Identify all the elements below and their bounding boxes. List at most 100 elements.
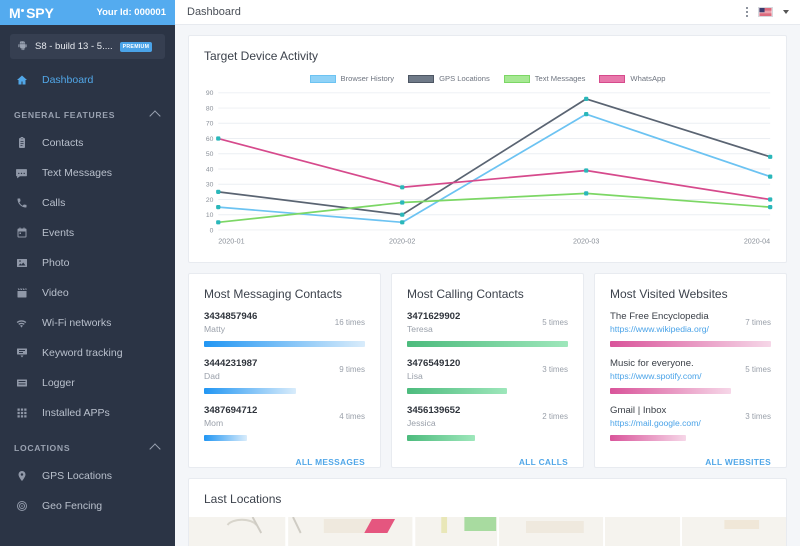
data-point[interactable] [584, 191, 589, 196]
sidebar-item-keyword-tracking[interactable]: Keyword tracking [0, 338, 175, 368]
chevron-down-icon[interactable] [783, 10, 789, 14]
list-item-primary: 3444231987 [204, 358, 258, 369]
legend-item[interactable]: GPS Locations [408, 74, 490, 83]
card-title: Most Calling Contacts [407, 287, 524, 301]
list-item-count: 2 times [542, 412, 568, 421]
data-point[interactable] [216, 205, 221, 210]
data-point[interactable] [584, 168, 589, 173]
list-item-primary: 3434857946 [204, 311, 258, 322]
usage-bar [610, 388, 731, 394]
sidebar-item-label: Events [42, 227, 75, 239]
list-item-secondary[interactable]: https://www.spotify.com/ [610, 371, 702, 381]
list-item[interactable]: 3456139652 Jessica 2 times [407, 405, 568, 441]
data-point[interactable] [216, 136, 221, 141]
usage-bar [610, 341, 771, 347]
card-footer: ALL MESSAGES [189, 452, 380, 480]
last-locations-card: Last Locations [188, 478, 787, 546]
y-axis-tick: 90 [206, 90, 214, 97]
data-point[interactable] [400, 185, 405, 190]
data-point[interactable] [400, 212, 405, 217]
all-calls-link[interactable]: ALL CALLS [519, 457, 568, 467]
usage-bar [610, 435, 686, 441]
list-item-secondary[interactable]: https://mail.google.com/ [610, 418, 701, 428]
sidebar-item-text-messages[interactable]: Text Messages [0, 158, 175, 188]
list-item[interactable]: 3487694712 Mom 4 times [204, 405, 365, 441]
list-item-main: Music for everyone. https://www.spotify.c… [610, 358, 702, 381]
x-axis-tick: 2020-03 [573, 237, 599, 245]
legend-label: GPS Locations [439, 74, 490, 83]
data-point[interactable] [584, 112, 589, 117]
vertical-dots-icon[interactable] [746, 7, 748, 17]
visited-websites-list: The Free Encyclopedia https://www.wikiped… [595, 301, 786, 452]
data-point[interactable] [400, 200, 405, 205]
map-pin-icon [14, 470, 29, 482]
sidebar-item-events[interactable]: Events [0, 218, 175, 248]
all-websites-link[interactable]: ALL WEBSITES [705, 457, 771, 467]
list-item-count: 4 times [339, 412, 365, 421]
list-item[interactable]: 3444231987 Dad 9 times [204, 358, 365, 394]
list-item-head: 3444231987 Dad 9 times [204, 358, 365, 381]
list-item-head: 3471629902 Teresa 5 times [407, 311, 568, 334]
data-point[interactable] [216, 220, 221, 225]
app-root: M SPY Your Id: 000001 S8 - build 13 - 5.… [0, 0, 800, 546]
map-tiles [189, 517, 786, 546]
list-item-primary: Music for everyone. [610, 358, 694, 369]
sidebar-section-general[interactable]: GENERAL FEATURES [0, 95, 175, 128]
all-messages-link[interactable]: ALL MESSAGES [295, 457, 365, 467]
data-point[interactable] [400, 220, 405, 225]
sidebar-nav: Dashboard GENERAL FEATURES Contacts Text… [0, 65, 175, 546]
list-item-primary: 3476549120 [407, 358, 461, 369]
sidebar-item-label: Keyword tracking [42, 347, 123, 359]
phone-icon [14, 197, 29, 209]
line-chart: 0 10 20 30 40 50 60 70 80 90 2020-01 2020-02 2020-03… [206, 90, 773, 245]
device-selector[interactable]: S8 - build 13 - 5.... PREMIUM [10, 34, 165, 59]
usage-bar [204, 341, 365, 347]
list-item[interactable]: Music for everyone. https://www.spotify.c… [610, 358, 771, 394]
card-title: Most Visited Websites [610, 287, 728, 301]
list-item[interactable]: 3471629902 Teresa 5 times [407, 311, 568, 347]
data-point[interactable] [768, 154, 773, 159]
most-calling-contacts-card: Most Calling Contacts 3471629902 Teresa 5 … [391, 273, 584, 468]
list-item-secondary: Jessica [407, 418, 436, 428]
sidebar-item-label: Logger [42, 377, 75, 389]
target-device-activity-card: Target Device Activity Browser History G… [188, 35, 787, 263]
legend-item[interactable]: Text Messages [503, 74, 585, 83]
list-item[interactable]: The Free Encyclopedia https://www.wikiped… [610, 311, 771, 347]
list-item-main: Gmail | Inbox https://mail.google.com/ [610, 405, 701, 428]
mspy-logo[interactable]: M SPY [9, 5, 54, 21]
data-point[interactable] [216, 189, 221, 194]
list-item-secondary: Matty [204, 324, 226, 334]
data-point[interactable] [768, 197, 773, 202]
sidebar-section-locations[interactable]: LOCATIONS [0, 428, 175, 461]
list-item[interactable]: 3434857946 Matty 16 times [204, 311, 365, 347]
sidebar-item-installed-apps[interactable]: Installed APPs [0, 398, 175, 428]
sidebar-item-calls[interactable]: Calls [0, 188, 175, 218]
data-point[interactable] [768, 174, 773, 179]
most-visited-websites-card: Most Visited Websites The Free Encyclope… [594, 273, 787, 468]
list-item-secondary[interactable]: https://www.wikipedia.org/ [610, 324, 709, 334]
sidebar-item-label: Geo Fencing [42, 500, 103, 512]
contacts-icon [14, 137, 29, 149]
map-preview[interactable] [189, 517, 786, 546]
y-axis-tick: 70 [206, 121, 214, 128]
sidebar-item-wifi-networks[interactable]: Wi-Fi networks [0, 308, 175, 338]
legend-item[interactable]: WhatsApp [599, 74, 665, 83]
legend-item[interactable]: Browser History [309, 74, 394, 83]
y-axis-tick: 50 [206, 151, 214, 158]
sidebar-item-contacts[interactable]: Contacts [0, 128, 175, 158]
us-flag-icon[interactable] [758, 7, 773, 17]
sidebar-item-dashboard[interactable]: Dashboard [0, 65, 175, 95]
sidebar-item-geo-fencing[interactable]: Geo Fencing [0, 491, 175, 521]
data-point[interactable] [584, 96, 589, 101]
sidebar-item-logger[interactable]: Logger [0, 368, 175, 398]
sidebar-item-label: GPS Locations [42, 470, 113, 482]
list-item[interactable]: 3476549120 Lisa 3 times [407, 358, 568, 394]
data-point[interactable] [768, 205, 773, 210]
usage-bar [407, 341, 568, 347]
sidebar-item-video[interactable]: Video [0, 278, 175, 308]
sidebar-item-photo[interactable]: Photo [0, 248, 175, 278]
sidebar-section-label: LOCATIONS [14, 442, 71, 453]
list-item[interactable]: Gmail | Inbox https://mail.google.com/3 t… [610, 405, 771, 441]
list-item-secondary: Teresa [407, 324, 433, 334]
sidebar-item-gps-locations[interactable]: GPS Locations [0, 461, 175, 491]
